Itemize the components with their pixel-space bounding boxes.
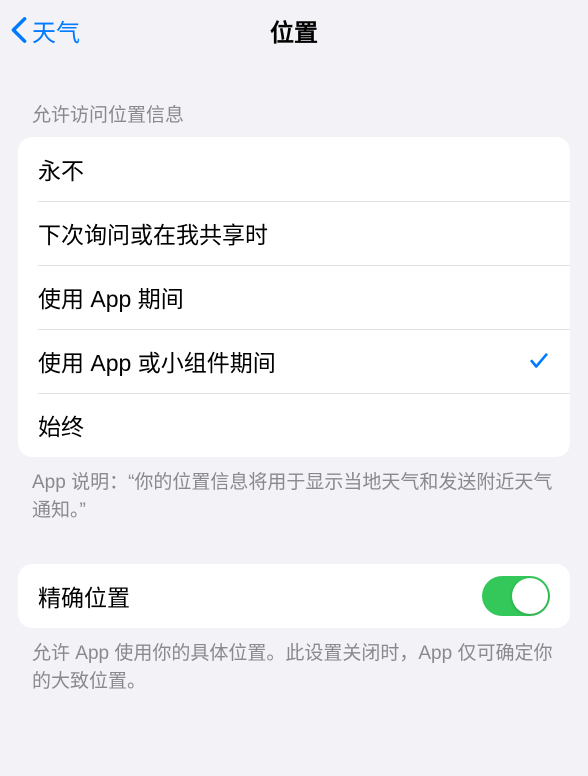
option-label: 下次询问或在我共享时	[38, 216, 550, 250]
option-never[interactable]: 永不	[18, 137, 570, 201]
option-while-using-app[interactable]: 使用 App 期间	[18, 265, 570, 329]
option-label: 使用 App 或小组件期间	[38, 344, 528, 378]
page-title: 位置	[0, 13, 588, 48]
toggle-knob	[512, 578, 548, 614]
section-footer-precise-location: 允许 App 使用你的具体位置。此设置关闭时，App 仅可确定你的大致位置。	[0, 628, 588, 695]
option-ask-next-time[interactable]: 下次询问或在我共享时	[18, 201, 570, 265]
option-always[interactable]: 始终	[18, 393, 570, 457]
precise-location-group: 精确位置	[18, 564, 570, 628]
precise-location-label: 精确位置	[38, 579, 482, 613]
checkmark-icon	[528, 350, 550, 372]
back-label: 天气	[32, 13, 80, 48]
precise-location-row[interactable]: 精确位置	[18, 564, 570, 628]
option-label: 始终	[38, 408, 550, 442]
navbar: 天气 位置	[0, 0, 588, 60]
location-access-group: 永不 下次询问或在我共享时 使用 App 期间 使用 App 或小组件期间 始终	[18, 137, 570, 457]
precise-location-toggle[interactable]	[482, 576, 550, 616]
section-footer-app-explanation: App 说明：“你的位置信息将用于显示当地天气和发送附近天气通知。”	[0, 457, 588, 524]
chevron-left-icon	[10, 16, 28, 44]
section-header-location-access: 允许访问位置信息	[0, 60, 588, 137]
option-label: 永不	[38, 152, 550, 186]
option-while-using-app-or-widgets[interactable]: 使用 App 或小组件期间	[18, 329, 570, 393]
option-label: 使用 App 期间	[38, 280, 550, 314]
back-button[interactable]: 天气	[0, 13, 80, 48]
